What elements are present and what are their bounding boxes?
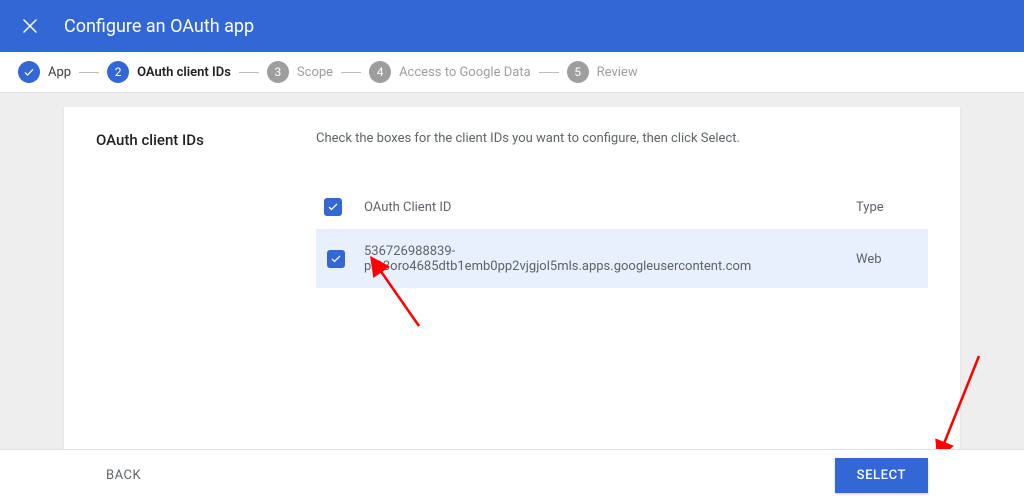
step-label: Review — [597, 65, 638, 80]
close-button[interactable] — [18, 14, 42, 38]
step-label: Scope — [297, 65, 333, 80]
step-label: Access to Google Data — [399, 65, 531, 80]
step-review[interactable]: 5 Review — [567, 61, 638, 83]
step-connector — [539, 72, 559, 73]
table-row[interactable]: 536726988839-pt93oro4685dtb1emb0pp2vjgjo… — [316, 230, 928, 289]
check-icon — [330, 253, 342, 265]
cell-type: Web — [848, 230, 928, 289]
panel-instruction: Check the boxes for the client IDs you w… — [316, 131, 928, 146]
column-header-client-id: OAuth Client ID — [356, 186, 848, 230]
step-badge-check-icon — [18, 61, 40, 83]
column-header-type: Type — [848, 186, 928, 230]
step-connector — [79, 72, 99, 73]
panel-heading: OAuth client IDs — [96, 131, 316, 149]
page-title: Configure an OAuth app — [64, 16, 254, 37]
footer-bar: BACK SELECT — [0, 449, 1024, 501]
step-connector — [341, 72, 361, 73]
step-badge-number: 5 — [567, 61, 589, 83]
select-all-checkbox[interactable] — [324, 198, 342, 216]
step-label: App — [48, 65, 71, 80]
content-card: OAuth client IDs Check the boxes for the… — [64, 107, 960, 457]
client-id-table: OAuth Client ID Type 536726988839-pt93or… — [316, 186, 928, 288]
step-app[interactable]: App — [18, 61, 71, 83]
cell-client-id: 536726988839-pt93oro4685dtb1emb0pp2vjgjo… — [356, 230, 848, 289]
step-badge-number: 3 — [267, 61, 289, 83]
check-icon — [327, 201, 339, 213]
back-button[interactable]: BACK — [96, 460, 151, 491]
step-oauth-client-ids[interactable]: 2 OAuth client IDs — [107, 61, 231, 83]
stepper-bar: App 2 OAuth client IDs 3 Scope 4 Access … — [0, 52, 1024, 93]
step-access-to-google-data[interactable]: 4 Access to Google Data — [369, 61, 531, 83]
step-badge-number: 2 — [107, 61, 129, 83]
step-scope[interactable]: 3 Scope — [267, 61, 333, 83]
select-button[interactable]: SELECT — [835, 458, 928, 493]
step-label: OAuth client IDs — [137, 65, 231, 80]
titlebar: Configure an OAuth app — [0, 0, 1024, 52]
close-icon — [21, 17, 39, 35]
row-checkbox[interactable] — [327, 250, 345, 268]
step-badge-number: 4 — [369, 61, 391, 83]
step-connector — [239, 72, 259, 73]
